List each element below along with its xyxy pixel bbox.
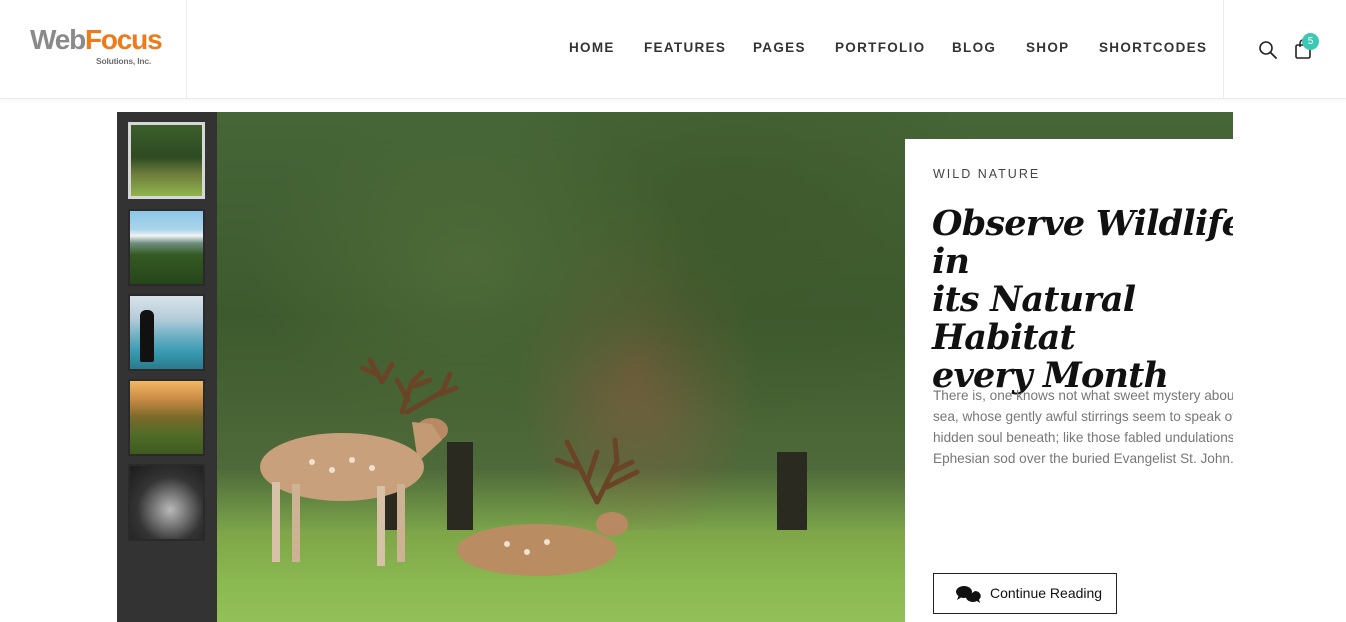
lying-deer-illustration <box>457 437 640 576</box>
search-icon[interactable] <box>1258 40 1278 60</box>
slide-category: WILD NATURE <box>933 167 1041 181</box>
nav-item-features[interactable]: FEATURES <box>644 40 726 55</box>
thumbnail-deer-in-forest[interactable] <box>128 122 205 199</box>
logo-area: WebFocus Solutions, Inc. <box>0 0 187 99</box>
logo-tagline: Solutions, Inc. <box>96 56 152 66</box>
nav-item-shop[interactable]: SHOP <box>1026 40 1069 55</box>
slide-title-line-1: Observe Wildlife in <box>932 203 1233 282</box>
tree-trunk <box>777 452 807 532</box>
thumbnail-autumn-landscape[interactable] <box>128 379 205 456</box>
site-logo[interactable]: WebFocus Solutions, Inc. <box>30 24 163 72</box>
cart-count-badge: 5 <box>1302 33 1319 50</box>
nav-item-home[interactable]: HOME <box>569 40 615 55</box>
thumbnail-rocky-stream[interactable] <box>128 464 205 541</box>
nav-item-pages[interactable]: PAGES <box>753 40 806 55</box>
thumbnail-mountain-valley[interactable] <box>128 209 205 286</box>
logo-word-focus: Focus <box>85 24 163 55</box>
standing-deer-illustration <box>260 357 459 566</box>
slide-excerpt: There is, one knows not what sweet myste… <box>933 388 1233 466</box>
nav-item-shortcodes[interactable]: SHORTCODES <box>1099 40 1207 55</box>
header-utility: 5 <box>1223 0 1346 99</box>
logo-wordmark: WebFocus <box>30 24 163 56</box>
slide-title-line-2: its Natural Habitat <box>932 279 1136 358</box>
continue-reading-button[interactable]: Continue Reading <box>933 573 1117 614</box>
slide-title: Observe Wildlife in its Natural Habitat … <box>932 205 1233 395</box>
nav-item-blog[interactable]: BLOG <box>952 40 996 55</box>
featured-slider: WILD NATURE Observe Wildlife in its Natu… <box>117 112 1233 622</box>
nav-item-portfolio[interactable]: PORTFOLIO <box>835 40 925 55</box>
logo-word-web: Web <box>30 24 86 55</box>
thumbnail-rail <box>117 112 217 622</box>
slide-content-card: WILD NATURE Observe Wildlife in its Natu… <box>905 139 1233 622</box>
hero-image-deer: WILD NATURE Observe Wildlife in its Natu… <box>217 112 1233 622</box>
thumbnail-person-by-lake[interactable] <box>128 294 205 371</box>
chat-bubbles-icon <box>956 586 981 603</box>
person-silhouette <box>140 310 154 362</box>
site-header: WebFocus Solutions, Inc. HOME FEATURES P… <box>0 0 1346 99</box>
continue-reading-label: Continue Reading <box>990 585 1103 601</box>
